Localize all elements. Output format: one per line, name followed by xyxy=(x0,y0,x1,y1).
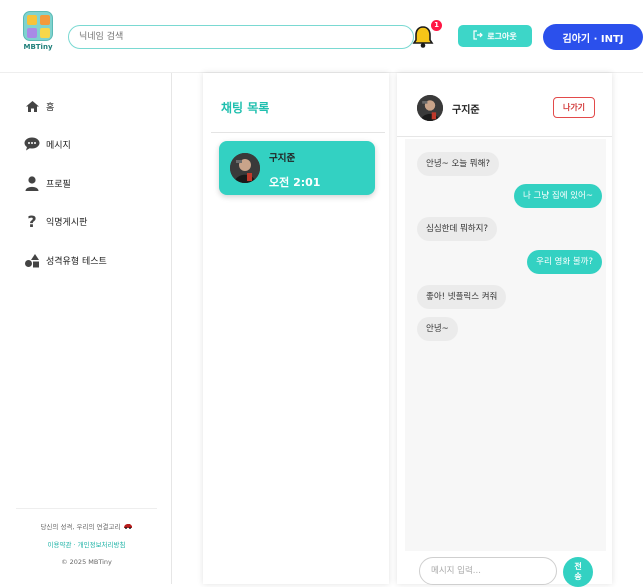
car-icon xyxy=(123,523,133,531)
sidebar-footer: 당신의 성격, 우리의 연결고리 이용약관 · 개인정보처리방침 © 2025 … xyxy=(16,508,157,566)
chat-partner-name: 구지준 xyxy=(269,153,296,164)
leave-button[interactable]: 나가기 xyxy=(553,97,595,118)
chat-room-header: 구지준 나가기 xyxy=(397,73,612,137)
sidebar-item-label: 성격유형 테스트 xyxy=(46,256,107,267)
shapes-icon xyxy=(24,252,40,268)
sidebar-item-label: 프로필 xyxy=(46,179,71,190)
user-profile-button[interactable]: 김아기 · INTJ xyxy=(543,24,643,50)
message-bubble-received: 안녕~ xyxy=(417,317,458,341)
divider xyxy=(211,132,385,133)
message-bubble-sent: 우리 영화 볼까? xyxy=(527,250,602,274)
home-icon xyxy=(24,98,40,114)
app-logo[interactable]: MBTiny xyxy=(22,11,54,51)
message-list[interactable]: 안녕~ 오늘 뭐해? 나 그냥 집에 있어~ 심심한데 뭐하지? 우리 영화 볼… xyxy=(405,139,606,551)
sidebar-item-messages[interactable]: 메시지 xyxy=(24,135,71,153)
user-icon xyxy=(24,175,40,191)
sidebar-item-label: 익명게시판 xyxy=(46,217,88,228)
message-bubble-received: 안녕~ 오늘 뭐해? xyxy=(417,152,499,176)
chat-partner-name: 구지준 xyxy=(452,105,480,116)
logo-text: MBTiny xyxy=(23,43,53,51)
sidebar-item-profile[interactable]: 프로필 xyxy=(24,174,71,192)
sidebar: 홈 메시지 프로필 ? 익명게시판 성격유형 테스트 당신의 성격, 우리의 연… xyxy=(0,73,172,584)
message-bubble-received: 심심한데 뭐하지? xyxy=(417,217,497,241)
footer-copyright: © 2025 MBTiny xyxy=(61,558,112,566)
footer-slogan: 당신의 성격, 우리의 연결고리 xyxy=(16,521,157,531)
chat-room-panel: 구지준 나가기 안녕~ 오늘 뭐해? 나 그냥 집에 있어~ 심심한데 뭐하지?… xyxy=(397,73,612,587)
chat-list-panel: 채팅 목록 구지준 오전 2:01 xyxy=(203,73,389,584)
sidebar-item-label: 홈 xyxy=(46,102,55,113)
avatar xyxy=(417,95,443,121)
question-icon: ? xyxy=(27,211,37,231)
sidebar-item-label: 메시지 xyxy=(46,140,71,151)
chat-time: 오전 2:01 xyxy=(269,176,321,189)
logo-icon xyxy=(23,11,53,41)
logout-icon xyxy=(473,30,484,42)
message-bubble-received: 좋아! 넷플릭스 켜줘 xyxy=(417,285,507,309)
sidebar-item-home[interactable]: 홈 xyxy=(24,97,54,115)
message-bubble-sent: 나 그냥 집에 있어~ xyxy=(514,184,602,208)
logout-label: 로그아웃 xyxy=(487,31,517,41)
sidebar-item-personality-test[interactable]: 성격유형 테스트 xyxy=(24,251,107,269)
footer-links[interactable]: 이용약관 · 개인정보처리방침 xyxy=(16,539,157,549)
sidebar-item-anonymous-board[interactable]: ? 익명게시판 xyxy=(24,211,88,231)
logout-button[interactable]: 로그아웃 xyxy=(458,25,532,47)
bell-icon[interactable] xyxy=(412,25,434,49)
search-input[interactable] xyxy=(68,25,414,49)
send-button[interactable]: 전송 xyxy=(563,557,593,587)
message-input[interactable]: 메시지 입력... xyxy=(419,557,557,585)
notification-badge: 1 xyxy=(431,20,442,31)
avatar xyxy=(230,153,260,183)
chat-bubble-icon xyxy=(24,136,40,152)
chat-list-item[interactable]: 구지준 오전 2:01 xyxy=(219,141,375,195)
top-header: MBTiny 1 로그아웃 김아기 · INTJ xyxy=(0,0,643,73)
chat-list-title: 채팅 목록 xyxy=(221,101,270,115)
